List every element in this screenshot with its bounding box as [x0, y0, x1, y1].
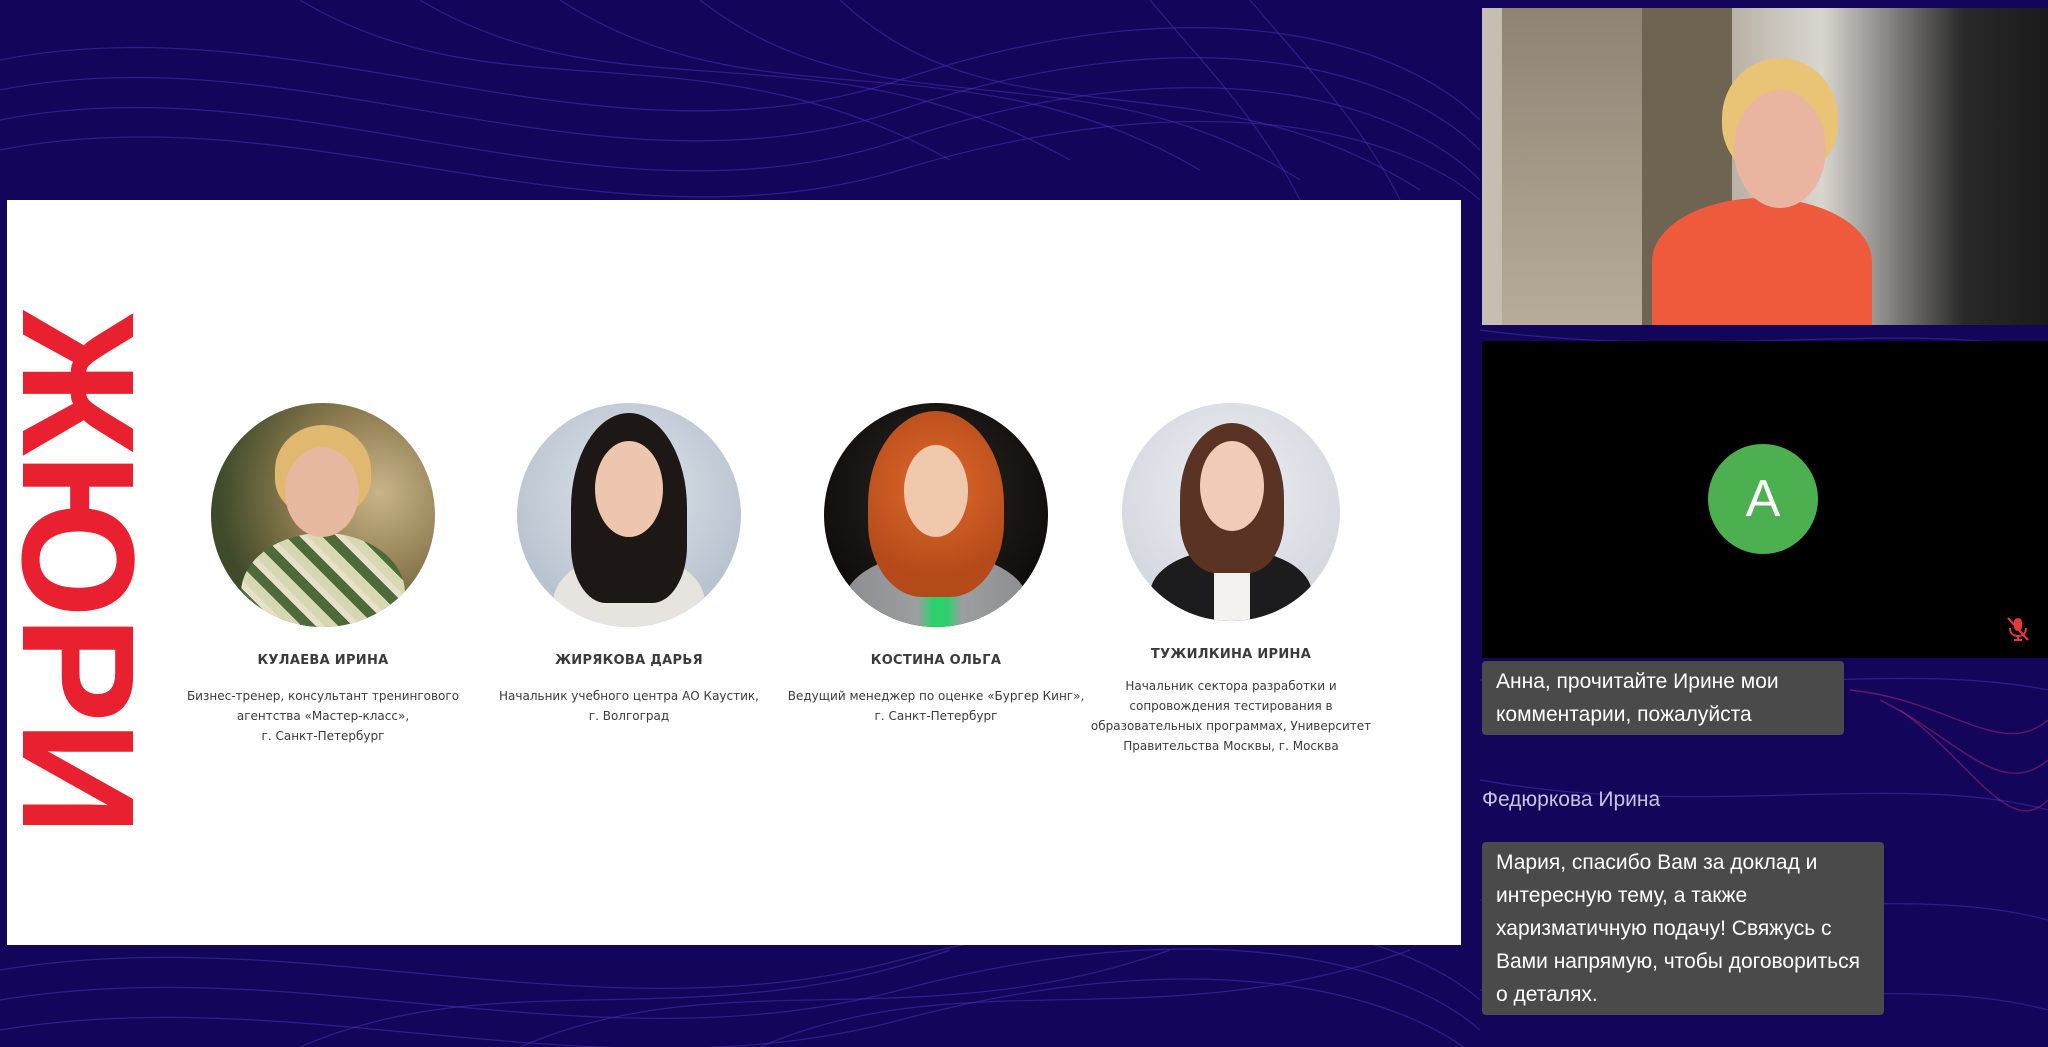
juror-card: ЖИРЯКОВА ДАРЬЯ Начальник учебного центра…: [479, 403, 779, 726]
participant-video-tile[interactable]: [1482, 8, 2048, 325]
slide-title: ЖЮРИ: [7, 310, 168, 834]
shared-slide: ЖЮРИ КУЛАЕВА ИРИНА Бизнес-тренер, консул…: [7, 200, 1461, 945]
juror-card: ТУЖИЛКИНА ИРИНА Начальник сектора разраб…: [1081, 403, 1381, 756]
chat-author: Федюркова Ирина: [1482, 788, 1661, 811]
juror-name: ЖИРЯКОВА ДАРЬЯ: [555, 653, 703, 668]
chat-message: Мария, спасибо Вам за доклад и интересну…: [1482, 842, 1884, 1015]
juror-name: КОСТИНА ОЛЬГА: [870, 653, 1002, 668]
juror-card: КОСТИНА ОЛЬГА Ведущий менеджер по оценке…: [786, 403, 1086, 726]
juror-photo: [517, 403, 741, 627]
chat-message: Анна, прочитайте Ирине мои комментарии, …: [1482, 661, 1844, 735]
mic-off-icon: [2007, 617, 2029, 641]
participant-figure: [1734, 90, 1826, 208]
juror-description: Ведущий менеджер по оценке «Бургер Кинг»…: [787, 689, 1085, 723]
juror-photo: [824, 403, 1048, 627]
juror-card: КУЛАЕВА ИРИНА Бизнес-тренер, консультант…: [173, 403, 473, 746]
juror-description: Начальник учебного центра АО Каустик, г.…: [499, 689, 759, 723]
juror-description: Бизнес-тренер, консультант тренингового …: [186, 689, 460, 743]
juror-name: КУЛАЕВА ИРИНА: [257, 653, 389, 668]
video-background: [1502, 8, 1642, 325]
juror-name: ТУЖИЛКИНА ИРИНА: [1150, 647, 1312, 662]
juror-photo: [1122, 403, 1340, 621]
participant-video-tile[interactable]: А: [1482, 341, 2048, 658]
juror-description: Начальник сектора разработки и сопровожд…: [1090, 679, 1372, 753]
participant-avatar: А: [1708, 444, 1818, 554]
juror-photo: [211, 403, 435, 627]
participant-figure: [1652, 198, 1872, 325]
